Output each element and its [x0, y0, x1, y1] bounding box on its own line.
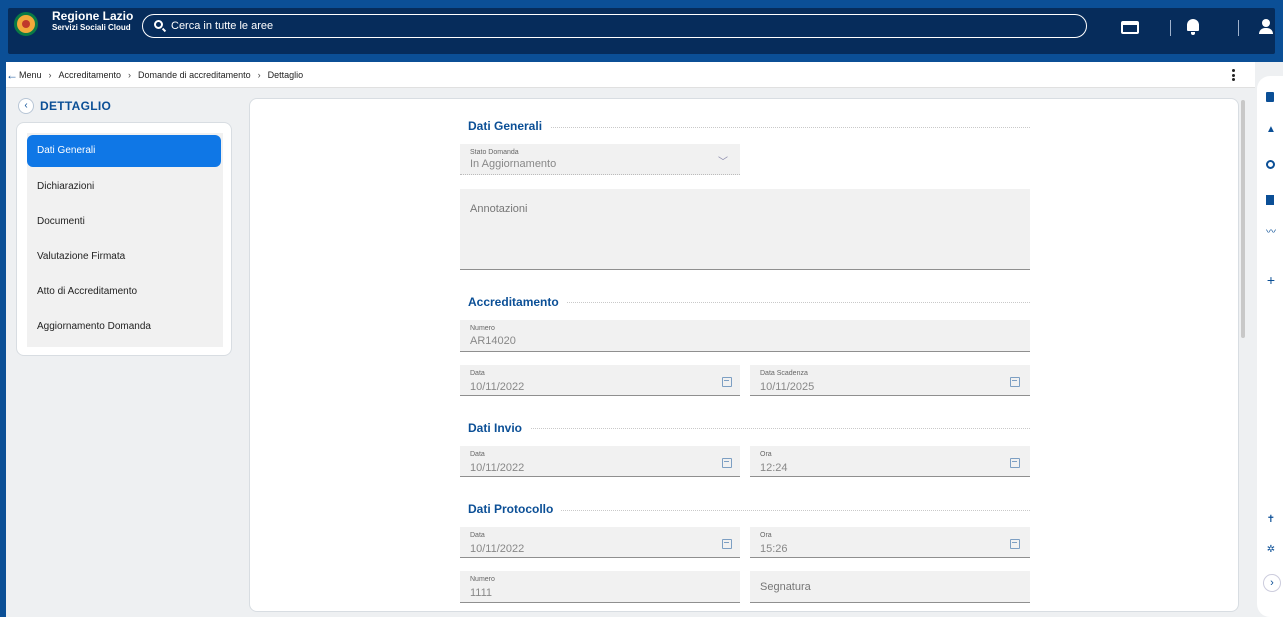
- ora-invio-field[interactable]: Ora 12:24: [750, 446, 1030, 477]
- window-icon[interactable]: [1121, 21, 1139, 34]
- toolbar-divider: [1170, 20, 1171, 36]
- stato-domanda-label: Stato Domanda: [470, 149, 519, 156]
- search-placeholder: Cerca in tutte le aree: [171, 20, 274, 32]
- annotazioni-placeholder: Annotazioni: [470, 203, 528, 215]
- book-icon[interactable]: [1266, 195, 1274, 205]
- clock-icon[interactable]: [1010, 458, 1020, 468]
- data-invio-field[interactable]: Data 10/11/2022: [460, 446, 740, 477]
- breadcrumb-item-dettaglio: Dettaglio: [267, 70, 304, 80]
- numero-accreditamento-field[interactable]: Numero AR14020: [460, 320, 1030, 352]
- breadcrumb-item-domande[interactable]: Domande di accreditamento: [138, 70, 251, 80]
- scrollbar-thumb[interactable]: [1241, 100, 1245, 338]
- numero-protocollo-value: 1111: [470, 587, 493, 599]
- numero-value: AR14020: [470, 335, 516, 347]
- chevron-right-icon[interactable]: ›: [1263, 574, 1281, 592]
- calendar-icon[interactable]: [722, 539, 732, 549]
- notifications-bell-icon[interactable]: [1187, 19, 1199, 35]
- search-icon: [154, 20, 163, 29]
- right-tool-rail: [1257, 76, 1283, 617]
- chevron-down-icon: ﹀: [718, 157, 728, 168]
- sidebar-item-documenti[interactable]: Documenti: [27, 206, 221, 238]
- sidebar-item-valutazione-firmata[interactable]: Valutazione Firmata: [27, 241, 221, 273]
- calculator-icon[interactable]: [1266, 92, 1274, 102]
- plus-icon[interactable]: +: [1266, 273, 1276, 287]
- dashboard-icon[interactable]: ▲: [1266, 125, 1276, 135]
- sidebar-card: Dati Generali Dichiarazioni Documenti Va…: [16, 122, 232, 356]
- sidebar-item-dichiarazioni[interactable]: Dichiarazioni: [27, 171, 221, 203]
- history-icon[interactable]: [1266, 160, 1275, 169]
- ora-invio-label: Ora: [760, 451, 772, 458]
- data-label: Data: [470, 370, 485, 377]
- data-invio-value: 10/11/2022: [470, 462, 525, 474]
- left-edge-accent: [0, 62, 6, 617]
- gear-icon[interactable]: ✲: [1266, 545, 1276, 555]
- section-title-dati-generali: Dati Generali: [460, 119, 551, 133]
- calendar-icon[interactable]: [1010, 377, 1020, 387]
- section-title-dati-invio: Dati Invio: [460, 421, 531, 435]
- data-protocollo-label: Data: [470, 532, 485, 539]
- calendar-icon[interactable]: [722, 458, 732, 468]
- section-title-dati-protocollo: Dati Protocollo: [460, 502, 562, 516]
- ora-invio-value: 12:24: [760, 462, 788, 474]
- data-scadenza-value: 10/11/2025: [760, 381, 815, 393]
- data-scadenza-label: Data Scadenza: [760, 370, 808, 377]
- regione-lazio-logo-icon[interactable]: [14, 12, 38, 36]
- detail-form-card: [249, 98, 1239, 612]
- section-divider: [460, 428, 1030, 429]
- stato-domanda-select[interactable]: Stato Domanda In Aggiornamento ﹀: [460, 144, 740, 175]
- ora-protocollo-value: 15:26: [760, 543, 788, 555]
- numero-protocollo-label: Numero: [470, 576, 495, 583]
- back-chevron-icon[interactable]: ‹: [18, 98, 34, 114]
- stato-domanda-value: In Aggiornamento: [470, 158, 557, 170]
- numero-label: Numero: [470, 325, 495, 332]
- brand[interactable]: Regione Lazio Servizi Sociali Cloud: [52, 10, 133, 32]
- sidebar-item-atto-accreditamento[interactable]: Atto di Accreditamento: [27, 276, 221, 308]
- detail-title: DETTAGLIO: [40, 99, 112, 113]
- accessibility-icon[interactable]: ✝: [1266, 515, 1276, 525]
- toolbar-divider: [1238, 20, 1239, 36]
- ora-protocollo-field[interactable]: Ora 15:26: [750, 527, 1030, 558]
- search-input[interactable]: Cerca in tutte le aree: [142, 14, 1087, 38]
- section-title-accreditamento: Accreditamento: [460, 295, 567, 309]
- numero-protocollo-field[interactable]: Numero 1111: [460, 571, 740, 603]
- data-accreditamento-field[interactable]: Data 10/11/2022: [460, 365, 740, 396]
- breadcrumb-bar: ← Menu › Accreditamento › Domande di accredi…: [0, 62, 1255, 88]
- detail-header: ‹ DETTAGLIO: [18, 98, 111, 114]
- ora-protocollo-label: Ora: [760, 532, 772, 539]
- data-protocollo-field[interactable]: Data 10/11/2022: [460, 527, 740, 558]
- sidebar-item-dati-generali[interactable]: Dati Generali: [27, 135, 221, 167]
- data-protocollo-value: 10/11/2022: [470, 543, 525, 555]
- clock-icon[interactable]: [1010, 539, 1020, 549]
- sidebar-menu: Dati Generali Dichiarazioni Documenti Va…: [27, 133, 223, 347]
- data-scadenza-field[interactable]: Data Scadenza 10/11/2025: [750, 365, 1030, 396]
- chevron-right-icon: ›: [257, 70, 261, 80]
- more-options-icon[interactable]: [1232, 69, 1235, 81]
- brand-subtitle: Servizi Sociali Cloud: [52, 23, 131, 32]
- user-profile-icon[interactable]: [1259, 19, 1273, 34]
- brand-title: Regione Lazio: [52, 9, 134, 23]
- back-arrow-icon[interactable]: ←: [6, 68, 18, 82]
- calendar-icon[interactable]: [722, 377, 732, 387]
- data-value: 10/11/2022: [470, 381, 525, 393]
- breadcrumb: Menu › Accreditamento › Domande di accredita…: [19, 70, 303, 80]
- breadcrumb-item-accreditamento[interactable]: Accreditamento: [59, 70, 122, 80]
- chart-icon[interactable]: 〰: [1266, 228, 1276, 238]
- data-invio-label: Data: [470, 451, 485, 458]
- segnatura-placeholder: Segnatura: [760, 581, 811, 593]
- chevron-right-icon: ›: [128, 70, 132, 80]
- chevron-right-icon: ›: [48, 70, 52, 80]
- annotazioni-textarea[interactable]: Annotazioni: [460, 189, 1030, 270]
- breadcrumb-item-menu[interactable]: Menu: [19, 70, 42, 80]
- sidebar-item-aggiornamento-domanda[interactable]: Aggiornamento Domanda: [27, 311, 221, 343]
- segnatura-field[interactable]: Segnatura: [750, 571, 1030, 603]
